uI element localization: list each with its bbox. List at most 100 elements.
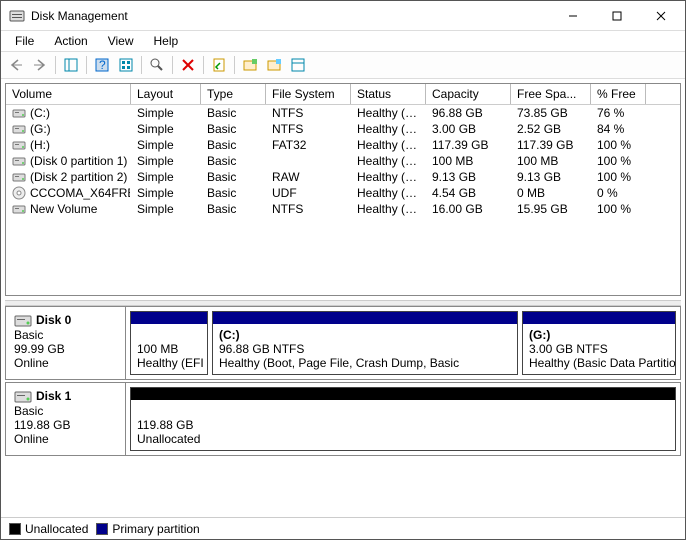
disk-label[interactable]: Disk 0Basic99.99 GBOnline [6, 307, 126, 379]
action-button-1[interactable] [239, 54, 261, 76]
col-type[interactable]: Type [201, 84, 266, 104]
volume-list: Volume Layout Type File System Status Ca… [5, 83, 681, 296]
volume-status: Healthy (B... [351, 121, 426, 137]
volume-header-row: Volume Layout Type File System Status Ca… [6, 84, 680, 105]
volume-name: CCCOMA_X64FRE... [30, 186, 131, 200]
volume-name: (Disk 2 partition 2) [30, 170, 127, 184]
volume-status: Healthy (P... [351, 185, 426, 201]
volume-status: Healthy (B... [351, 169, 426, 185]
volume-row[interactable]: (Disk 0 partition 1)SimpleBasicHealthy (… [6, 153, 680, 169]
partition-bar [131, 388, 675, 400]
volume-row[interactable]: New VolumeSimpleBasicNTFSHealthy (P...16… [6, 201, 680, 217]
partition[interactable]: (C:)96.88 GB NTFSHealthy (Boot, Page Fil… [212, 311, 518, 375]
legend-primary: Primary partition [96, 522, 199, 536]
volume-row[interactable]: (G:)SimpleBasicNTFSHealthy (B...3.00 GB2… [6, 121, 680, 137]
volume-fs: RAW [266, 169, 351, 185]
app-icon [9, 8, 25, 24]
disk-size: 99.99 GB [14, 342, 117, 356]
volume-capacity: 117.39 GB [426, 137, 511, 153]
window-title: Disk Management [31, 9, 551, 23]
toolbar: ? [1, 51, 685, 79]
menu-action[interactable]: Action [46, 32, 95, 50]
close-button[interactable] [639, 2, 683, 30]
svg-text:?: ? [99, 58, 106, 72]
volume-layout: Simple [131, 137, 201, 153]
volume-pct: 100 % [591, 153, 646, 169]
refresh-button[interactable] [146, 54, 168, 76]
partition-title: (C:) [219, 328, 240, 342]
drive-icon [12, 138, 26, 152]
menu-view[interactable]: View [100, 32, 142, 50]
disk-name: Disk 1 [36, 389, 71, 403]
volume-capacity: 100 MB [426, 153, 511, 169]
disk-icon [14, 390, 32, 404]
back-button[interactable] [5, 54, 27, 76]
partition-size: 96.88 GB NTFS [219, 342, 511, 356]
delete-button[interactable] [177, 54, 199, 76]
forward-button[interactable] [29, 54, 51, 76]
col-volume[interactable]: Volume [6, 84, 131, 104]
volume-free: 15.95 GB [511, 201, 591, 217]
col-freespace[interactable]: Free Spa... [511, 84, 591, 104]
volume-row[interactable]: CCCOMA_X64FRE...SimpleBasicUDFHealthy (P… [6, 185, 680, 201]
partition-status: Healthy (Boot, Page File, Crash Dump, Ba… [219, 356, 511, 370]
action-button-2[interactable] [263, 54, 285, 76]
volume-status: Healthy (B... [351, 137, 426, 153]
partition-bar [213, 312, 517, 324]
volume-status: Healthy (P... [351, 201, 426, 217]
volume-row[interactable]: (C:)SimpleBasicNTFSHealthy (B...96.88 GB… [6, 105, 680, 121]
volume-pct: 0 % [591, 185, 646, 201]
volume-capacity: 96.88 GB [426, 105, 511, 121]
menu-help[interactable]: Help [146, 32, 187, 50]
volume-free: 9.13 GB [511, 169, 591, 185]
drive-icon [12, 106, 26, 120]
col-filesystem[interactable]: File System [266, 84, 351, 104]
menu-file[interactable]: File [7, 32, 42, 50]
disk-row[interactable]: Disk 1Basic119.88 GBOnline 119.88 GBUnal… [5, 382, 681, 456]
action-button-3[interactable] [287, 54, 309, 76]
volume-fs: NTFS [266, 121, 351, 137]
volume-type: Basic [201, 185, 266, 201]
volume-layout: Simple [131, 105, 201, 121]
drive-icon [12, 122, 26, 136]
partition[interactable]: (G:)3.00 GB NTFSHealthy (Basic Data Part… [522, 311, 676, 375]
volume-row[interactable]: (Disk 2 partition 2)SimpleBasicRAWHealth… [6, 169, 680, 185]
col-capacity[interactable]: Capacity [426, 84, 511, 104]
drive-icon [12, 186, 26, 200]
volume-row[interactable]: (H:)SimpleBasicFAT32Healthy (B...117.39 … [6, 137, 680, 153]
col-pctfree[interactable]: % Free [591, 84, 646, 104]
col-status[interactable]: Status [351, 84, 426, 104]
volume-capacity: 3.00 GB [426, 121, 511, 137]
col-layout[interactable]: Layout [131, 84, 201, 104]
volume-pct: 100 % [591, 137, 646, 153]
disk-map: Disk 0Basic99.99 GBOnline 100 MBHealthy … [5, 306, 681, 517]
disk-label[interactable]: Disk 1Basic119.88 GBOnline [6, 383, 126, 455]
volume-free: 0 MB [511, 185, 591, 201]
help-button[interactable]: ? [91, 54, 113, 76]
volume-layout: Simple [131, 153, 201, 169]
menu-bar: File Action View Help [1, 31, 685, 51]
minimize-button[interactable] [551, 2, 595, 30]
partition[interactable]: 119.88 GBUnallocated [130, 387, 676, 451]
volume-type: Basic [201, 137, 266, 153]
volume-fs: FAT32 [266, 137, 351, 153]
show-hide-console-tree-button[interactable] [60, 54, 82, 76]
volume-type: Basic [201, 153, 266, 169]
properties-button[interactable] [208, 54, 230, 76]
volume-pct: 76 % [591, 105, 646, 121]
disk-status: Online [14, 432, 117, 446]
volume-fs: UDF [266, 185, 351, 201]
volume-type: Basic [201, 169, 266, 185]
disk-row[interactable]: Disk 0Basic99.99 GBOnline 100 MBHealthy … [5, 306, 681, 380]
volume-free: 73.85 GB [511, 105, 591, 121]
volume-capacity: 16.00 GB [426, 201, 511, 217]
partition[interactable]: 100 MBHealthy (EFI Sys [130, 311, 208, 375]
drive-icon [12, 202, 26, 216]
title-bar: Disk Management [1, 1, 685, 31]
maximize-button[interactable] [595, 2, 639, 30]
disk-icon [14, 314, 32, 328]
volume-fs: NTFS [266, 201, 351, 217]
disk-type: Basic [14, 404, 117, 418]
settings-button[interactable] [115, 54, 137, 76]
disk-name: Disk 0 [36, 313, 71, 327]
